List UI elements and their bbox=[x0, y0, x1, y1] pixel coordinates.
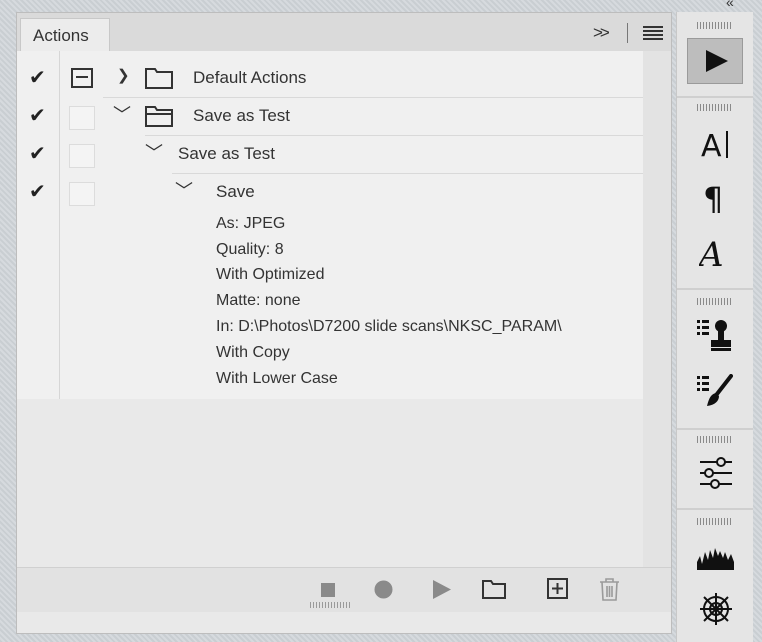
actions-panel: Actions >> ✔ ❯ Default Actions ✔ ﹀ Save … bbox=[16, 12, 672, 634]
collapse-dock-icon[interactable]: « bbox=[726, 0, 734, 10]
delete-icon[interactable] bbox=[599, 578, 620, 601]
adjustments-panel-button[interactable] bbox=[687, 450, 743, 496]
action-set-label: Default Actions bbox=[193, 68, 307, 87]
glyphs-panel-button[interactable]: A bbox=[687, 230, 743, 276]
adjustments-icon bbox=[700, 457, 732, 489]
command-detail: Matte: none bbox=[216, 292, 301, 309]
command-detail: With Copy bbox=[216, 344, 290, 361]
command-row-save[interactable]: ✔ ﹀ Save bbox=[17, 173, 643, 211]
paragraph-icon: ¶ bbox=[703, 180, 723, 214]
dock-separator bbox=[677, 288, 753, 290]
brush-settings-panel-button[interactable] bbox=[687, 368, 743, 414]
action-label: Save as Test bbox=[178, 144, 276, 163]
clone-source-panel-button[interactable] bbox=[687, 312, 743, 358]
chevron-down-icon[interactable]: ﹀ bbox=[113, 101, 131, 127]
dialog-toggle-empty[interactable] bbox=[69, 144, 95, 168]
dock-separator bbox=[677, 508, 753, 510]
svg-text:A: A bbox=[699, 235, 724, 270]
dock-grip[interactable] bbox=[697, 518, 733, 525]
scrollbar-track[interactable] bbox=[643, 51, 671, 567]
collapse-panel-icon[interactable]: >> bbox=[593, 23, 610, 43]
command-detail: In: D:\Photos\D7200 slide scans\NKSC_PAR… bbox=[216, 318, 562, 335]
chevron-down-icon[interactable]: ﹀ bbox=[175, 177, 193, 203]
character-panel-button[interactable]: A bbox=[687, 120, 743, 166]
command-detail: As: JPEG bbox=[216, 215, 286, 232]
svg-text:¶: ¶ bbox=[703, 180, 723, 214]
dock-separator bbox=[677, 96, 753, 98]
record-icon[interactable] bbox=[374, 580, 393, 599]
action-set-row-save-as-test[interactable]: ✔ ﹀ Save as Test bbox=[17, 97, 643, 135]
tab-divider bbox=[627, 23, 628, 43]
clone-source-icon bbox=[697, 320, 731, 351]
panel-dock-toolbar: A ¶ A bbox=[676, 12, 753, 642]
toggle-item-check-icon[interactable]: ✔ bbox=[29, 65, 46, 90]
character-icon: A bbox=[701, 129, 728, 160]
toggle-item-check-icon[interactable]: ✔ bbox=[29, 103, 46, 128]
actions-panel-button[interactable] bbox=[687, 38, 743, 84]
dock-separator bbox=[677, 428, 753, 430]
svg-text:A: A bbox=[701, 129, 722, 160]
dock-grip[interactable] bbox=[697, 22, 733, 29]
play-icon[interactable] bbox=[433, 580, 451, 599]
chevron-right-icon[interactable]: ❯ bbox=[117, 66, 130, 84]
panel-menu-icon[interactable] bbox=[643, 26, 663, 40]
dock-grip[interactable] bbox=[697, 104, 733, 111]
glyphs-icon: A bbox=[699, 235, 724, 270]
navigator-icon bbox=[700, 593, 732, 625]
toggle-item-check-icon[interactable]: ✔ bbox=[29, 179, 46, 204]
folder-icon bbox=[145, 68, 173, 89]
panel-resize-grip[interactable] bbox=[310, 602, 350, 608]
dialog-toggle-empty[interactable] bbox=[69, 182, 95, 206]
dock-grip[interactable] bbox=[697, 436, 733, 443]
command-label: Save bbox=[216, 182, 255, 201]
toggle-item-check-icon[interactable]: ✔ bbox=[29, 141, 46, 166]
actions-icon bbox=[706, 50, 728, 72]
command-detail: With Lower Case bbox=[216, 370, 338, 387]
new-action-icon[interactable] bbox=[547, 578, 568, 599]
dialog-toggle-empty[interactable] bbox=[69, 106, 95, 130]
command-detail: Quality: 8 bbox=[216, 241, 284, 258]
histogram-panel-button[interactable] bbox=[687, 532, 743, 578]
navigator-panel-button[interactable] bbox=[687, 588, 743, 634]
tab-actions[interactable]: Actions bbox=[20, 18, 110, 51]
brush-settings-icon bbox=[697, 374, 733, 406]
dialog-toggle-icon[interactable] bbox=[71, 68, 93, 88]
stop-icon[interactable] bbox=[321, 583, 335, 597]
new-set-icon[interactable] bbox=[482, 580, 506, 599]
panel-tab-bar: Actions >> bbox=[17, 13, 671, 51]
tab-actions-label: Actions bbox=[33, 26, 89, 45]
folder-open-icon bbox=[145, 106, 173, 127]
action-row-save-as-test[interactable]: ✔ ﹀ Save as Test bbox=[17, 135, 643, 173]
action-set-row-default-actions[interactable]: ✔ ❯ Default Actions bbox=[17, 59, 643, 97]
command-detail: With Optimized bbox=[216, 266, 325, 283]
action-set-label: Save as Test bbox=[193, 106, 291, 125]
histogram-icon bbox=[697, 548, 734, 570]
dock-grip[interactable] bbox=[697, 298, 733, 305]
chevron-down-icon[interactable]: ﹀ bbox=[145, 139, 163, 165]
actions-list-empty-area bbox=[17, 399, 643, 567]
paragraph-panel-button[interactable]: ¶ bbox=[687, 174, 743, 220]
